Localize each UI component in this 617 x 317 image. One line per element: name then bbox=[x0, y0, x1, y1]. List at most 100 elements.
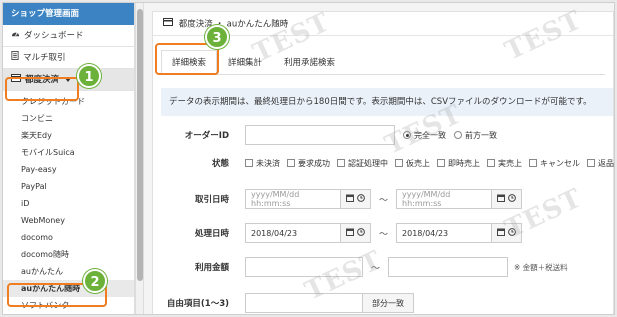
free-item-row: 自由項目(1〜3) 部分一致 bbox=[161, 292, 414, 314]
document-icon bbox=[11, 47, 19, 69]
checkbox-icon bbox=[337, 159, 345, 167]
sidebar-item-label: マルチ取引 bbox=[23, 52, 66, 63]
sidebar-item-multi-trade[interactable]: マルチ取引 bbox=[3, 47, 134, 69]
order-id-input[interactable] bbox=[245, 125, 395, 145]
checkbox-icon bbox=[245, 159, 253, 167]
dashboard-icon bbox=[11, 25, 20, 47]
radio-exact-match[interactable]: 完全一致 bbox=[403, 130, 446, 141]
radio-prefix-match[interactable]: 前方一致 bbox=[454, 130, 497, 141]
amount-note: ※ 金額＋税送料 bbox=[514, 262, 568, 272]
highlight-box-3 bbox=[155, 43, 219, 75]
checkbox-label: キャンセル bbox=[540, 158, 580, 168]
checkbox-label: 仮売上 bbox=[406, 158, 430, 168]
trade-date-label: 取引日時 bbox=[194, 195, 229, 205]
checkbox-provisional-sale[interactable]: 仮売上 bbox=[395, 158, 430, 169]
trade-date-to-input[interactable]: yyyy/MM/dd hh:mm:ss bbox=[396, 189, 493, 209]
sidebar: ショップ管理画面 ダッシュボード マルチ取引 都度決済 クレジットカード コンビ… bbox=[3, 3, 135, 314]
checkbox-label: 未決済 bbox=[256, 158, 280, 168]
free-item-input[interactable] bbox=[245, 293, 363, 313]
sidebar-subitem[interactable]: コンビニ bbox=[3, 110, 134, 127]
tab-consent-search[interactable]: 利用承諾検索 bbox=[273, 50, 346, 74]
radio-selected-icon bbox=[403, 131, 411, 139]
clock-icon bbox=[357, 228, 365, 238]
radio-label: 前方一致 bbox=[465, 130, 497, 140]
sidebar-subitem[interactable]: WebMoney bbox=[3, 212, 134, 229]
checkbox-label: 認証処理中 bbox=[348, 158, 388, 168]
sidebar-submenu: クレジットカード コンビニ 楽天Edy モバイルSuica Pay-easy P… bbox=[3, 91, 134, 314]
highlight-box-1 bbox=[5, 77, 79, 101]
placeholder-text: yyyy/MM/dd hh:mm:ss bbox=[251, 190, 300, 208]
checkbox-label: 要求成功 bbox=[298, 158, 330, 168]
trade-date-from-input[interactable]: yyyy/MM/dd hh:mm:ss bbox=[245, 189, 341, 209]
checkbox-cancel[interactable]: キャンセル bbox=[529, 158, 580, 169]
amount-label: 利用金額 bbox=[194, 263, 229, 273]
checkbox-icon bbox=[487, 159, 495, 167]
partial-match-button[interactable]: 部分一致 bbox=[363, 293, 414, 313]
checkbox-icon bbox=[437, 159, 445, 167]
process-date-row: 処理日時 2018/04/23 〜 2018/04/23 bbox=[161, 222, 523, 244]
checkbox-icon bbox=[587, 159, 595, 167]
sidebar-subitem[interactable]: iD bbox=[3, 195, 134, 212]
trade-date-from-picker[interactable] bbox=[341, 189, 371, 209]
sidebar-item-dashboard[interactable]: ダッシュボード bbox=[3, 25, 134, 47]
checkbox-icon bbox=[395, 159, 403, 167]
radio-label: 完全一致 bbox=[414, 130, 446, 140]
checkbox-icon bbox=[529, 159, 537, 167]
calendar-icon bbox=[346, 228, 354, 238]
process-date-from-input[interactable]: 2018/04/23 bbox=[245, 223, 341, 243]
sidebar-subitem[interactable]: auかんたん bbox=[3, 263, 134, 280]
checkbox-actual-sale[interactable]: 実売上 bbox=[487, 158, 522, 169]
sidebar-subitem[interactable]: 楽天Edy bbox=[3, 127, 134, 144]
info-notice: データの表示期間は、最終処理日から180日間です。表示期間中は、CSVファイルの… bbox=[161, 88, 613, 116]
clock-icon bbox=[508, 194, 516, 204]
sidebar-subitem[interactable]: PayPal bbox=[3, 178, 134, 195]
app-window: ショップ管理画面 ダッシュボード マルチ取引 都度決済 クレジットカード コンビ… bbox=[2, 2, 615, 315]
process-date-to-input[interactable]: 2018/04/23 bbox=[396, 223, 493, 243]
sidebar-header: ショップ管理画面 bbox=[3, 3, 134, 25]
trade-date-to-picker[interactable] bbox=[492, 189, 523, 209]
sidebar-scrollbar[interactable] bbox=[135, 3, 144, 314]
sidebar-subitem[interactable]: docomo随時 bbox=[3, 246, 134, 263]
step-badge-2: 2 bbox=[83, 269, 107, 293]
step-badge-1: 1 bbox=[77, 64, 101, 88]
amount-from-input[interactable] bbox=[245, 257, 363, 277]
sidebar-subitem[interactable]: Pay-easy bbox=[3, 161, 134, 178]
search-panel: 都度決済 ・ auかんたん随時 詳細検索 詳細集計 利用承諾検索 データの表示期… bbox=[152, 11, 614, 314]
status-label: 状態 bbox=[211, 159, 229, 169]
order-id-row: オーダーID 完全一致 前方一致 bbox=[161, 124, 497, 146]
status-row: 状態 未決済 要求成功 認証処理中 仮売上 即時売上 実売上 キャンセル 返品 bbox=[161, 152, 614, 174]
process-date-to-picker[interactable] bbox=[492, 223, 523, 243]
tab-detail-summary[interactable]: 詳細集計 bbox=[217, 50, 273, 74]
scrollbar-thumb[interactable] bbox=[137, 9, 143, 281]
step-badge-3: 3 bbox=[205, 25, 229, 49]
checkbox-immediate-sale[interactable]: 即時売上 bbox=[437, 158, 480, 169]
clock-icon bbox=[357, 194, 365, 204]
checkbox-label: 実売上 bbox=[498, 158, 522, 168]
trade-date-row: 取引日時 yyyy/MM/dd hh:mm:ss 〜 yyyy/MM/dd hh… bbox=[161, 188, 523, 210]
process-date-label: 処理日時 bbox=[194, 229, 229, 239]
sidebar-subitem[interactable]: docomo bbox=[3, 229, 134, 246]
range-separator: 〜 bbox=[371, 263, 381, 274]
card-icon bbox=[163, 12, 173, 36]
calendar-icon bbox=[497, 228, 506, 238]
checkbox-label: 返品 bbox=[598, 158, 614, 168]
placeholder-text: yyyy/MM/dd hh:mm:ss bbox=[402, 190, 451, 208]
breadcrumb-text: 都度決済 ・ auかんたん随時 bbox=[178, 19, 289, 30]
calendar-icon bbox=[346, 194, 354, 204]
order-id-label: オーダーID bbox=[184, 131, 229, 141]
amount-row: 利用金額 〜 ※ 金額＋税送料 bbox=[161, 256, 568, 278]
calendar-icon bbox=[497, 194, 506, 204]
process-date-from-picker[interactable] bbox=[341, 223, 371, 243]
checkbox-return[interactable]: 返品 bbox=[587, 158, 614, 169]
sidebar-item-label: ダッシュボード bbox=[24, 30, 84, 41]
amount-to-input[interactable] bbox=[388, 257, 509, 277]
sidebar-subitem[interactable]: モバイルSuica bbox=[3, 144, 134, 161]
checkbox-request-success[interactable]: 要求成功 bbox=[287, 158, 330, 169]
checkbox-authenticating[interactable]: 認証処理中 bbox=[337, 158, 388, 169]
clock-icon bbox=[508, 228, 516, 238]
checkbox-label: 即時売上 bbox=[448, 158, 480, 168]
checkbox-icon bbox=[287, 159, 295, 167]
checkbox-unpaid[interactable]: 未決済 bbox=[245, 158, 280, 169]
range-separator: 〜 bbox=[379, 229, 389, 240]
range-separator: 〜 bbox=[379, 195, 389, 206]
